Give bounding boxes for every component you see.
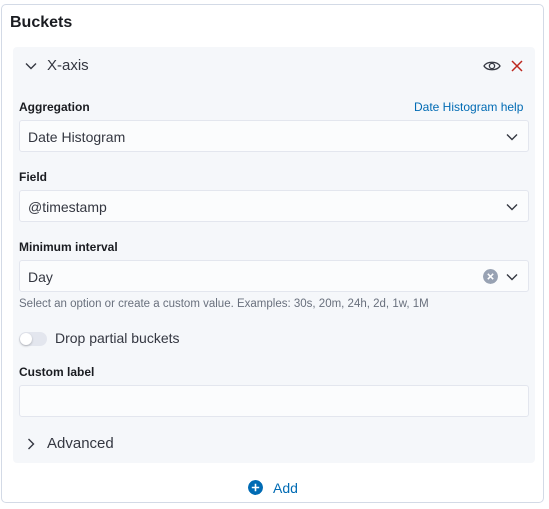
minimum-interval-label: Minimum interval [19,240,118,254]
bucket-title: X-axis [47,57,89,74]
custom-label-label: Custom label [19,365,95,379]
date-histogram-help-link[interactable]: Date Histogram help [414,100,523,114]
chevron-down-icon[interactable] [24,59,38,73]
buckets-panel: Buckets X-axis Aggregation Date Histogra… [1,4,544,503]
advanced-toggle[interactable]: Advanced [47,435,114,452]
minimum-interval-combobox[interactable]: Day [19,260,529,292]
minimum-interval-value: Day [28,269,53,285]
panel-title: Buckets [10,14,73,31]
plus-in-circle-icon [248,480,263,495]
add-label: Add [273,480,298,496]
clear-icon[interactable] [483,269,498,284]
drop-partial-buckets-label[interactable]: Drop partial buckets [55,330,180,346]
chevron-down-icon[interactable] [505,200,519,214]
field-value: @timestamp [28,199,107,215]
aggregation-value: Date Histogram [28,129,126,145]
chevron-down-icon[interactable] [505,270,519,284]
close-icon[interactable] [510,59,524,73]
aggregation-label: Aggregation [19,100,90,114]
switch-knob [20,333,32,345]
bucket-x-axis: X-axis Aggregation Date Histogram help D… [13,47,535,463]
minimum-interval-help-text: Select an option or create a custom valu… [19,298,429,310]
chevron-down-icon[interactable] [505,130,519,144]
chevron-right-icon[interactable] [24,437,38,451]
eye-icon[interactable] [483,59,501,73]
aggregation-select[interactable]: Date Histogram [19,120,529,152]
bucket-header[interactable]: X-axis [13,47,535,85]
custom-label-input[interactable] [19,385,529,417]
drop-partial-buckets-switch[interactable] [19,332,47,346]
field-select[interactable]: @timestamp [19,190,529,222]
field-label: Field [19,170,48,184]
